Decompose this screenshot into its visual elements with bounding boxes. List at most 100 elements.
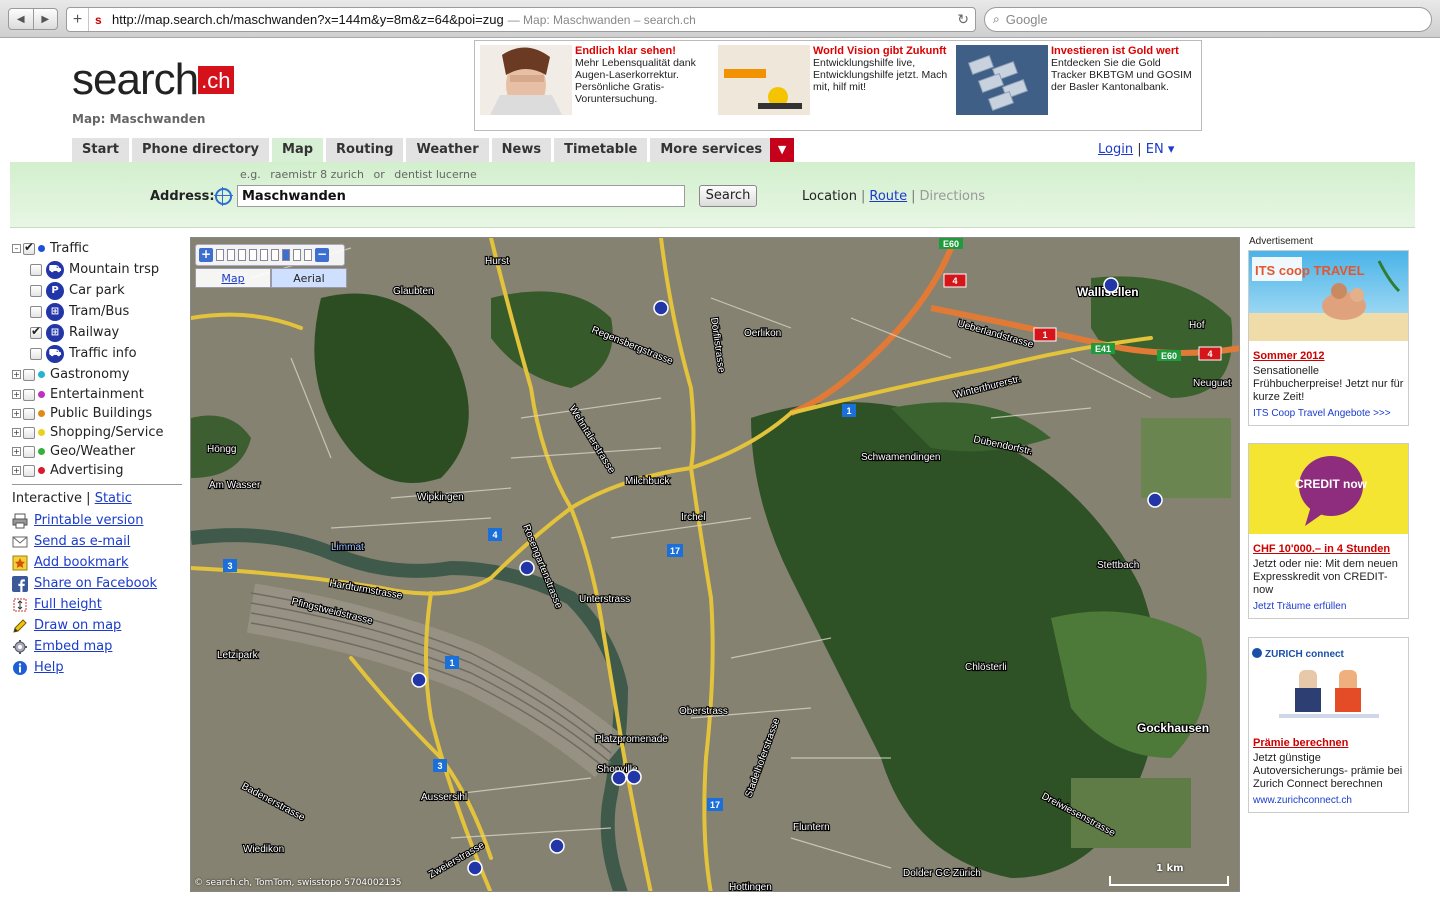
ad-link[interactable]: Jetzt Träume erfüllen [1249, 597, 1408, 618]
tool-full-height[interactable]: Full height [12, 594, 182, 615]
expand-icon[interactable]: + [12, 428, 21, 437]
layer-railway[interactable]: ⊞ Railway [12, 322, 182, 343]
tool-label[interactable]: Full height [34, 597, 102, 612]
layer-checkbox[interactable] [30, 284, 42, 297]
layer-shopping-service[interactable]: + Shopping/Service [12, 423, 182, 442]
railway-station-icon[interactable] [519, 560, 535, 576]
zoom-level-step[interactable] [271, 249, 279, 261]
layer-checkbox[interactable] [23, 445, 35, 458]
mode-interactive[interactable]: Interactive [12, 491, 82, 506]
ad-headline[interactable]: Endlich klar sehen! [575, 45, 717, 57]
browser-search-field[interactable]: ⌕ Google [984, 7, 1432, 32]
ad-headline[interactable]: Prämie berechnen [1249, 737, 1408, 749]
railway-station-icon[interactable] [549, 838, 565, 854]
ad-headline[interactable]: CHF 10'000.– in 4 Stunden [1249, 543, 1408, 555]
expand-icon[interactable]: + [12, 447, 21, 456]
right-ad-coop-travel[interactable]: ITS coop TRAVEL Sommer 2012 Sensationell… [1248, 250, 1409, 426]
tab-more-services[interactable]: More services ▼ [650, 138, 795, 162]
ad-headline[interactable]: Investieren ist Gold wert [1051, 45, 1193, 57]
railway-station-icon[interactable] [411, 672, 427, 688]
layer-mountain-trsp[interactable]: ⛟ Mountain trsp [12, 259, 182, 280]
layer-checkbox[interactable] [23, 407, 35, 420]
layer-traffic[interactable]: – Traffic [12, 238, 182, 259]
tool-embed-map[interactable]: Embed map [12, 636, 182, 657]
mode-static[interactable]: Static [95, 491, 132, 506]
layer-checkbox[interactable] [30, 347, 42, 360]
top-ad-2[interactable]: World Vision gibt Zukunft Entwicklungshi… [718, 45, 955, 125]
layer-public-buildings[interactable]: + Public Buildings [12, 404, 182, 423]
expand-icon[interactable]: + [12, 370, 21, 379]
layer-entertainment[interactable]: + Entertainment [12, 385, 182, 404]
layer-geo-weather[interactable]: + Geo/Weather [12, 442, 182, 461]
ad-headline[interactable]: Sommer 2012 [1249, 350, 1408, 362]
search-button[interactable]: Search [699, 185, 757, 207]
aerial-map-image[interactable]: Hurst Glaubten Wallisellen Oerlikon Hof … [191, 238, 1240, 892]
railway-station-icon[interactable] [611, 770, 627, 786]
tool-label[interactable]: Share on Facebook [34, 576, 157, 591]
railway-station-icon[interactable] [1103, 277, 1119, 293]
expand-icon[interactable]: + [12, 466, 21, 475]
layer-checkbox[interactable] [30, 263, 42, 276]
zoom-level-step[interactable] [304, 249, 312, 261]
map-canvas[interactable]: Hurst Glaubten Wallisellen Oerlikon Hof … [190, 237, 1240, 892]
tab-start[interactable]: Start [72, 138, 129, 162]
url-text[interactable]: http://map.search.ch/maschwanden?x=144m&… [112, 12, 504, 27]
tool-label[interactable]: Embed map [34, 639, 112, 654]
zoom-level-step[interactable] [216, 249, 224, 261]
address-input[interactable] [237, 185, 685, 207]
expand-icon[interactable]: + [12, 409, 21, 418]
example-link-2[interactable]: dentist lucerne [394, 168, 477, 181]
top-ad-1[interactable]: Endlich klar sehen! Mehr Lebensqualität … [480, 45, 717, 125]
zoom-level-step[interactable] [249, 249, 257, 261]
layer-checkbox[interactable] [23, 240, 35, 255]
layer-checkbox[interactable] [23, 368, 35, 381]
layer-tram-bus[interactable]: ⊞ Tram/Bus [12, 301, 182, 322]
zoom-level-step[interactable] [293, 249, 301, 261]
zoom-level-step[interactable] [238, 249, 246, 261]
expand-icon[interactable]: + [12, 390, 21, 399]
map-type-map[interactable]: Map [195, 268, 271, 288]
map-type-aerial[interactable]: Aerial [271, 268, 347, 288]
zoom-out-button[interactable]: − [315, 248, 329, 262]
tool-add-bookmark[interactable]: Add bookmark [12, 552, 182, 573]
layer-checkbox[interactable] [30, 305, 42, 318]
zoom-level-step-current[interactable] [282, 249, 290, 261]
tab-phone-directory[interactable]: Phone directory [131, 138, 270, 162]
tool-label[interactable]: Add bookmark [34, 555, 129, 570]
tool-send-email[interactable]: Send as e-mail [12, 531, 182, 552]
example-link-1[interactable]: raemistr 8 zurich [270, 168, 364, 181]
right-ad-zurich-connect[interactable]: ZURICH connect Prämie berechnen Jetzt gü… [1248, 637, 1409, 813]
ad-headline[interactable]: World Vision gibt Zukunft [813, 45, 955, 57]
tool-label[interactable]: Draw on map [34, 618, 121, 633]
forward-icon[interactable]: ▶ [32, 9, 58, 29]
dropdown-arrow-icon[interactable]: ▼ [770, 138, 795, 162]
collapse-icon[interactable]: – [12, 244, 21, 253]
railway-station-icon[interactable] [653, 300, 669, 316]
layer-checkbox[interactable] [23, 388, 35, 401]
top-ad-3[interactable]: Investieren ist Gold wert Entdecken Sie … [956, 45, 1193, 125]
layer-checkbox[interactable] [23, 464, 35, 477]
right-ad-credit-now[interactable]: CREDIT now CHF 10'000.– in 4 Stunden Jet… [1248, 443, 1409, 619]
railway-station-icon[interactable] [626, 769, 642, 785]
ad-link[interactable]: ITS Coop Travel Angebote >>> [1249, 404, 1408, 425]
layer-checkbox[interactable] [30, 324, 42, 339]
mode-location[interactable]: Location [802, 189, 857, 204]
language-selector[interactable]: EN ▾ [1146, 142, 1175, 157]
tool-printable-version[interactable]: Printable version [12, 510, 182, 531]
zoom-level-step[interactable] [260, 249, 268, 261]
railway-station-icon[interactable] [467, 860, 483, 876]
add-bookmark-icon[interactable]: + [67, 8, 89, 31]
zoom-level-step[interactable] [227, 249, 235, 261]
layer-traffic-info[interactable]: ⛟ Traffic info [12, 343, 182, 364]
reload-icon[interactable]: ↻ [957, 11, 969, 28]
tab-timetable[interactable]: Timetable [554, 138, 648, 162]
address-bar[interactable]: + s http://map.search.ch/maschwanden?x=1… [66, 7, 976, 32]
layer-car-park[interactable]: P Car park [12, 280, 182, 301]
tab-weather[interactable]: Weather [406, 138, 489, 162]
ad-link[interactable]: www.zurichconnect.ch [1249, 791, 1408, 812]
tool-label[interactable]: Send as e-mail [34, 534, 130, 549]
login-link[interactable]: Login [1098, 142, 1133, 157]
zoom-in-button[interactable]: + [199, 248, 213, 262]
railway-station-icon[interactable] [1147, 492, 1163, 508]
layer-checkbox[interactable] [23, 426, 35, 439]
